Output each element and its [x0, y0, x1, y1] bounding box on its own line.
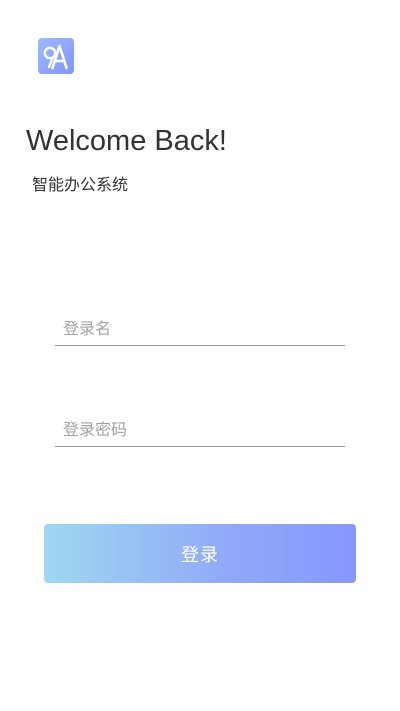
username-field[interactable] [55, 311, 345, 346]
page-title: Welcome Back! [26, 125, 227, 157]
password-input[interactable] [55, 412, 345, 446]
login-button[interactable]: 登录 [44, 524, 356, 583]
logo-glyph [43, 44, 68, 70]
username-input[interactable] [55, 311, 345, 345]
password-field[interactable] [55, 412, 345, 447]
page-subtitle: 智能办公系统 [32, 175, 129, 194]
app-logo-icon [38, 38, 74, 74]
